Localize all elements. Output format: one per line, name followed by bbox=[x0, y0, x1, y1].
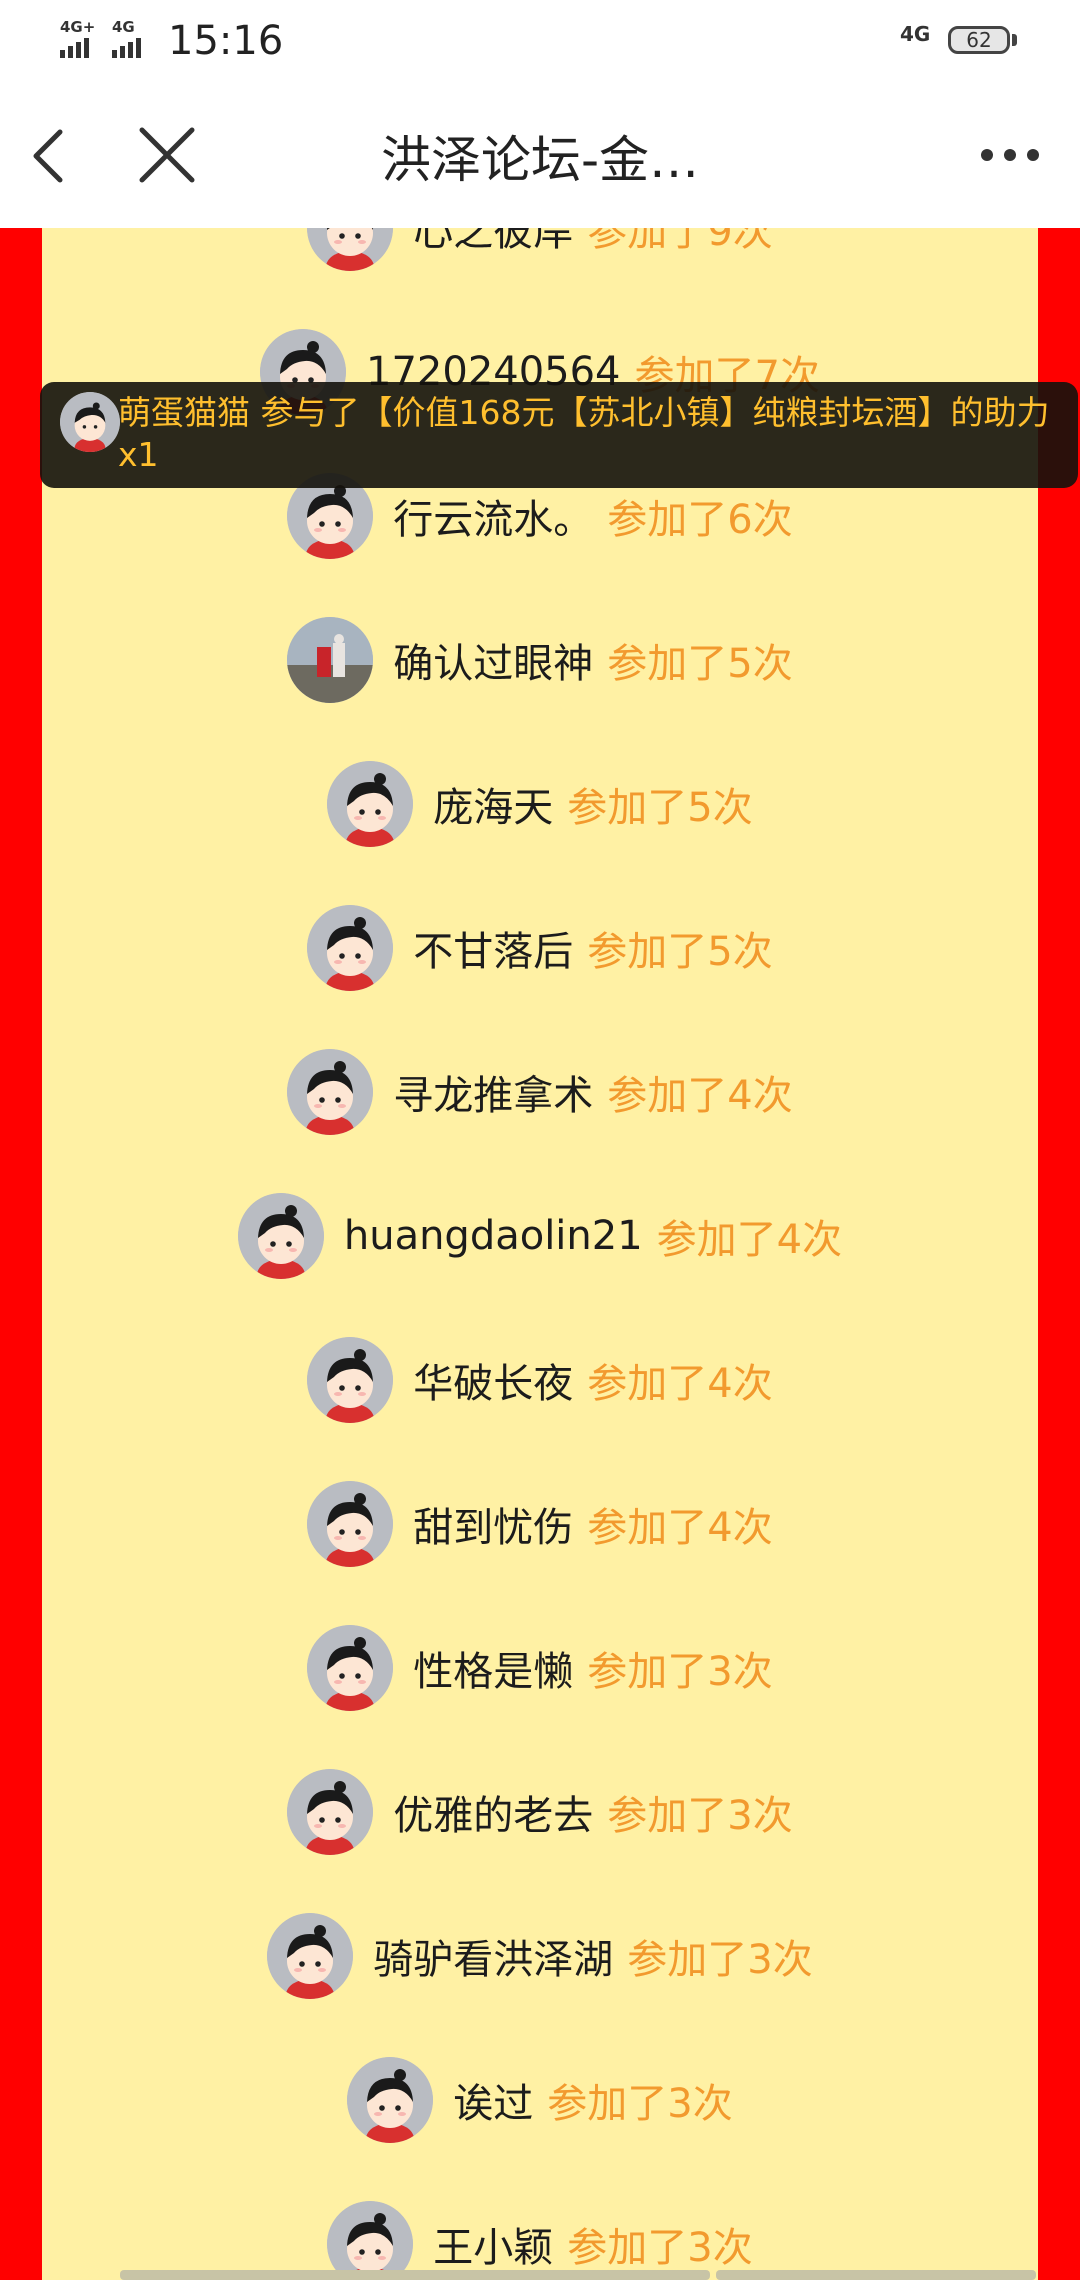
list-item: 骑驴看洪泽湖 参加了3次 bbox=[42, 1911, 1038, 2001]
participation-count: 参加了4次 bbox=[607, 1073, 793, 1119]
avatar-cartoon-icon bbox=[307, 228, 394, 271]
participant-name: 甜到忧伤 bbox=[413, 1505, 574, 1551]
list-item: 寻龙推拿术 参加了4次 bbox=[42, 1047, 1038, 1137]
battery-tip bbox=[1012, 34, 1017, 46]
participation-count: 参加了4次 bbox=[656, 1217, 843, 1263]
close-button[interactable] bbox=[132, 120, 202, 190]
avatar-cartoon-icon bbox=[307, 1625, 394, 1711]
participation-count: 参加了4次 bbox=[587, 1505, 773, 1551]
sim2-label: 4G bbox=[112, 18, 135, 36]
list-item: 华破长夜 参加了4次 bbox=[42, 1335, 1038, 1425]
signal-bars-icon bbox=[60, 38, 95, 58]
list-item: 确认过眼神 参加了5次 bbox=[42, 615, 1038, 705]
list-item: 王小颖 参加了3次 bbox=[42, 2199, 1038, 2280]
signal-sim1: 4G+ bbox=[60, 18, 95, 58]
avatar bbox=[327, 2201, 414, 2280]
avatar bbox=[307, 228, 394, 271]
participation-count: 参加了5次 bbox=[567, 785, 753, 831]
participation-count: 参加了3次 bbox=[627, 1937, 813, 1983]
avatar-photo-icon bbox=[287, 617, 374, 703]
scrollbar[interactable] bbox=[120, 2270, 710, 2280]
activity-toast: 萌蛋猫猫 参与了【价值168元【苏北小镇】纯粮封坛酒】的助力 x1 bbox=[40, 382, 1078, 488]
participation-count: 参加了3次 bbox=[587, 1649, 773, 1695]
avatar bbox=[287, 617, 374, 703]
participant-name: 庞海天 bbox=[433, 785, 554, 831]
avatar bbox=[287, 1769, 374, 1855]
list-item: 不甘落后 参加了5次 bbox=[42, 903, 1038, 993]
participation-count: 参加了5次 bbox=[607, 641, 793, 687]
avatar-cartoon-icon bbox=[327, 2201, 414, 2280]
signal-bars-icon bbox=[112, 38, 141, 58]
chevron-left-icon bbox=[33, 129, 63, 183]
page-title: 洪泽论坛-金… bbox=[380, 131, 700, 189]
more-dots-icon bbox=[981, 149, 1039, 161]
participation-count: 参加了3次 bbox=[607, 1793, 793, 1839]
participant-name: huangdaolin21 bbox=[343, 1213, 643, 1259]
toast-text: 萌蛋猫猫 参与了【价值168元【苏北小镇】纯粮封坛酒】的助力 x1 bbox=[118, 393, 1050, 474]
list-item: huangdaolin21 参加了4次 bbox=[42, 1191, 1038, 1281]
participation-count: 参加了3次 bbox=[567, 2225, 753, 2271]
participant-name: 华破长夜 bbox=[413, 1361, 574, 1407]
more-button[interactable] bbox=[975, 140, 1045, 170]
network-indicator: 4G bbox=[900, 22, 931, 46]
avatar bbox=[237, 1193, 324, 1279]
participant-name: 行云流水。 bbox=[393, 497, 594, 543]
nav-bar: 洪泽论坛-金… bbox=[0, 80, 1080, 228]
avatar-cartoon-icon bbox=[287, 1769, 374, 1855]
participant-name: 优雅的老去 bbox=[393, 1793, 594, 1839]
close-icon bbox=[139, 127, 195, 183]
list-item: 优雅的老去 参加了3次 bbox=[42, 1767, 1038, 1857]
avatar-cartoon-icon bbox=[237, 1193, 324, 1279]
participant-name: 王小颖 bbox=[433, 2225, 554, 2271]
participation-count: 参加了9次 bbox=[587, 228, 773, 255]
participation-count: 参加了3次 bbox=[547, 2081, 733, 2127]
participant-name: 骑驴看洪泽湖 bbox=[373, 1937, 614, 1983]
status-bar: 4G+ 4G 15:16 4G 62 bbox=[0, 0, 1080, 80]
avatar-cartoon-icon bbox=[307, 1481, 394, 1567]
list-item: 甜到忧伤 参加了4次 bbox=[42, 1479, 1038, 1569]
avatar bbox=[347, 2057, 434, 2143]
list-item: 性格是懒 参加了3次 bbox=[42, 1623, 1038, 1713]
avatar bbox=[307, 905, 394, 991]
avatar bbox=[267, 1913, 354, 1999]
avatar bbox=[307, 1625, 394, 1711]
participant-name: 性格是懒 bbox=[413, 1649, 574, 1695]
signal-sim2: 4G bbox=[112, 18, 141, 58]
scrollbar-secondary[interactable] bbox=[716, 2270, 1036, 2280]
avatar-cartoon-icon bbox=[327, 761, 414, 847]
avatar-cartoon-icon bbox=[307, 1337, 394, 1423]
avatar-cartoon-icon bbox=[307, 905, 394, 991]
page-content[interactable]: 心之彼岸 参加了9次 1720240564 参加了7次 行云流水。 参加了6次 确认过眼神参… bbox=[0, 228, 1080, 2280]
avatar-cartoon-icon bbox=[347, 2057, 434, 2143]
participation-count: 参加了5次 bbox=[587, 929, 773, 975]
list-item: 心之彼岸 参加了9次 bbox=[42, 228, 1038, 273]
avatar-cartoon-icon bbox=[267, 1913, 354, 1999]
participant-name: 寻龙推拿术 bbox=[393, 1073, 594, 1119]
participation-count: 参加了6次 bbox=[607, 497, 793, 543]
avatar-cartoon-icon bbox=[287, 1049, 374, 1135]
participant-name: 确认过眼神 bbox=[393, 641, 594, 687]
avatar-cartoon-icon bbox=[60, 392, 120, 452]
avatar bbox=[60, 392, 120, 452]
list-item: 诶过 参加了3次 bbox=[42, 2055, 1038, 2145]
participants-panel: 心之彼岸 参加了9次 1720240564 参加了7次 行云流水。 参加了6次 确认过眼神参… bbox=[42, 228, 1038, 2280]
participant-name: 心之彼岸 bbox=[413, 228, 574, 255]
clock: 15:16 bbox=[168, 18, 284, 64]
avatar bbox=[327, 761, 414, 847]
avatar bbox=[307, 1337, 394, 1423]
participation-count: 参加了4次 bbox=[587, 1361, 773, 1407]
battery-icon: 62 bbox=[948, 26, 1010, 54]
back-button[interactable] bbox=[14, 120, 84, 190]
list-item: 庞海天 参加了5次 bbox=[42, 759, 1038, 849]
avatar bbox=[287, 1049, 374, 1135]
participant-name: 不甘落后 bbox=[413, 929, 574, 975]
participant-name: 诶过 bbox=[453, 2081, 534, 2127]
sim1-label: 4G+ bbox=[60, 18, 96, 36]
avatar bbox=[307, 1481, 394, 1567]
